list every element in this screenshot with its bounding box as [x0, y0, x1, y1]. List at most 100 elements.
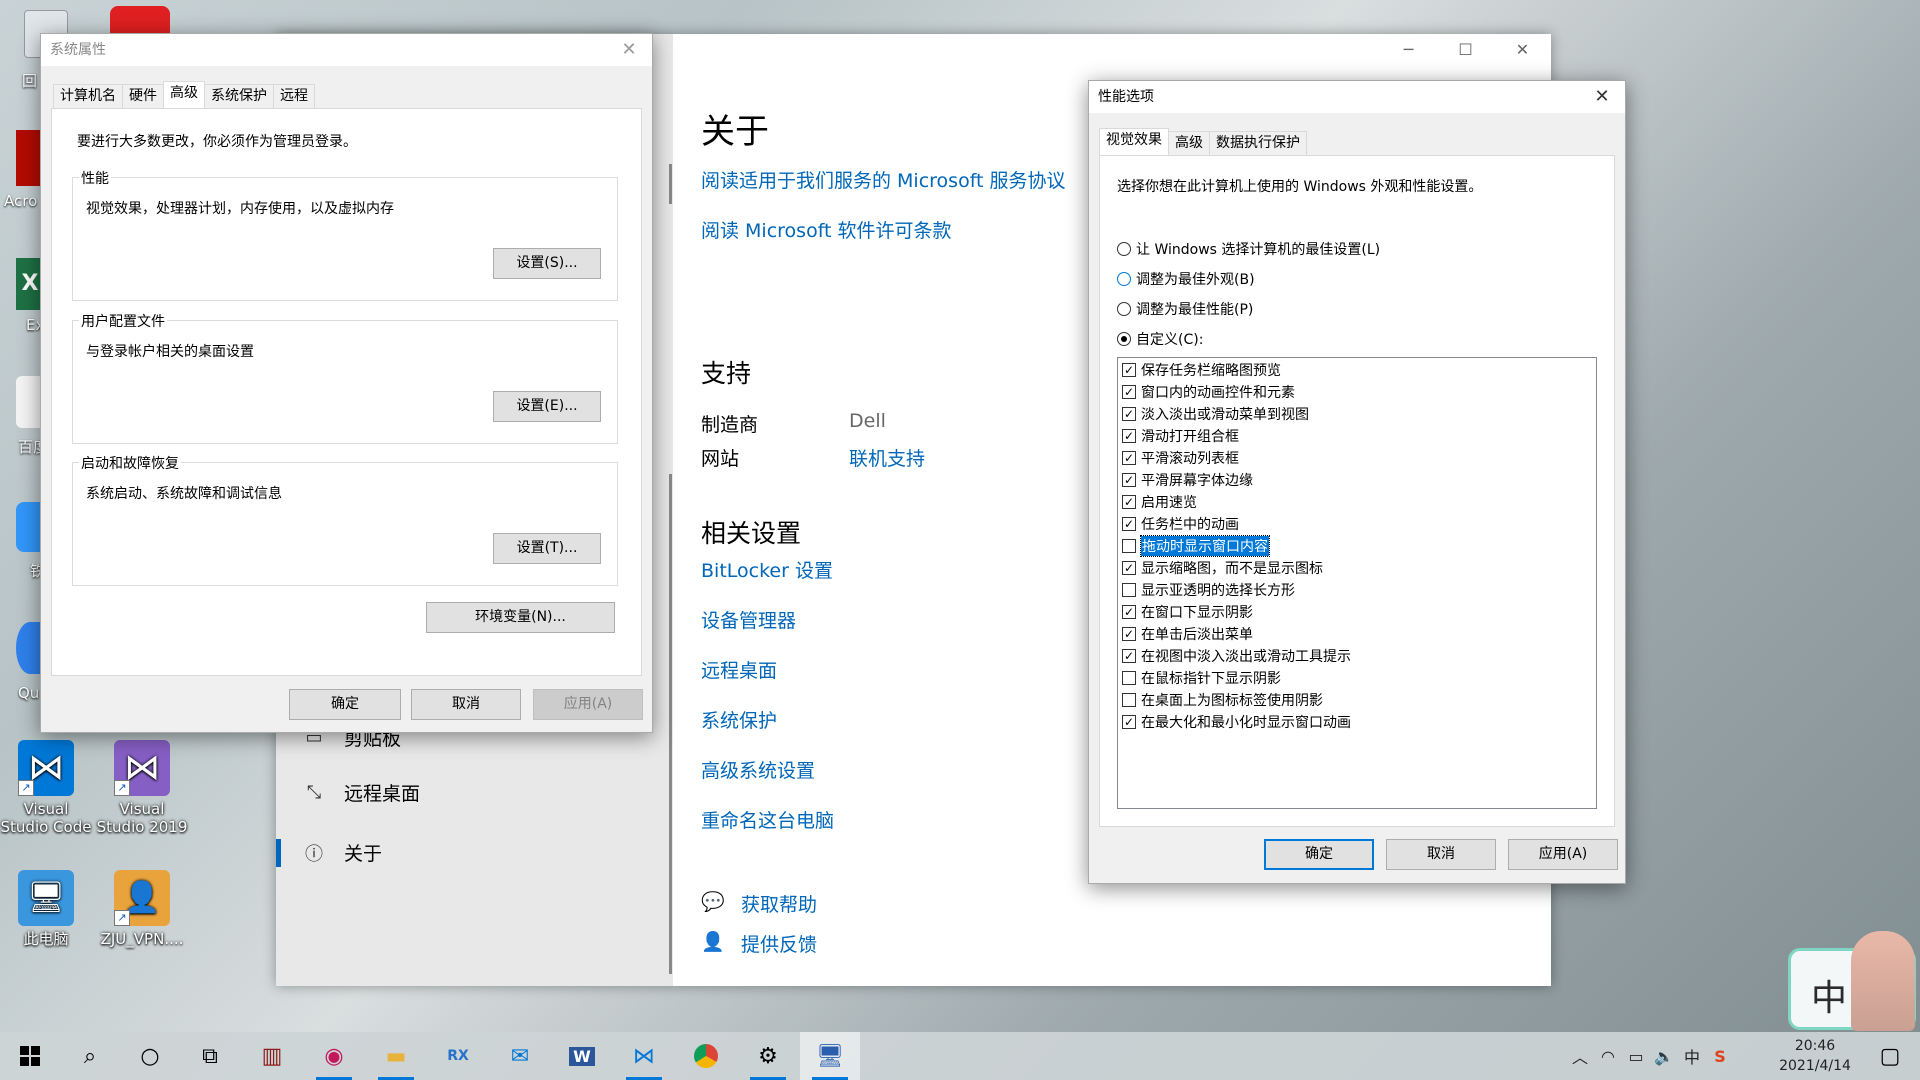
apply-button[interactable]: 应用(A) — [533, 689, 643, 720]
desktop-icon-recycle-bin-partial[interactable]: 回 — [22, 70, 37, 91]
checkbox[interactable]: ✓ — [1122, 715, 1136, 729]
battery-icon[interactable]: ▭ — [1622, 1047, 1650, 1066]
option-checkbox[interactable]: ✓ 在窗口下显示阴影 — [1122, 601, 1253, 623]
clock[interactable]: 20:46 2021/4/14 — [1770, 1036, 1860, 1076]
option-checkbox[interactable]: ✓ 窗口内的动画控件和元素 — [1122, 381, 1295, 403]
cortana-button[interactable]: ○ — [120, 1032, 180, 1080]
chevron-up-icon[interactable]: ︿ — [1566, 1044, 1594, 1068]
startup-recovery-settings-button[interactable]: 设置(T)... — [493, 533, 601, 564]
taskbar-app-winrar[interactable]: ▥ — [242, 1032, 302, 1080]
performance-settings-button[interactable]: 设置(S)... — [493, 248, 601, 279]
tab-advanced[interactable]: 高级 — [1168, 131, 1210, 155]
taskbar-app-vscode[interactable]: ⋈ — [614, 1032, 674, 1080]
radio-button[interactable] — [1117, 272, 1131, 286]
option-checkbox[interactable]: ✓ 在最大化和最小化时显示窗口动画 — [1122, 711, 1351, 733]
system-protection-link[interactable]: 系统保护 — [701, 706, 777, 733]
rename-pc-link[interactable]: 重命名这台电脑 — [701, 806, 834, 833]
nav-item-remote-desktop[interactable]: ⤡ 远程桌面 — [296, 779, 420, 806]
checkbox[interactable]: ✓ — [1122, 517, 1136, 531]
desktop-icon-visual-studio[interactable]: ⋈ ↗ Visual Studio 2019 — [96, 740, 188, 836]
close-icon[interactable]: ✕ — [1494, 34, 1551, 66]
checkbox[interactable] — [1122, 583, 1136, 597]
environment-variables-button[interactable]: 环境变量(N)... — [426, 602, 615, 633]
option-checkbox-selected[interactable]: 拖动时显示窗口内容 — [1122, 535, 1270, 557]
checkbox[interactable]: ✓ — [1122, 649, 1136, 663]
option-checkbox[interactable]: ✓ 淡入淡出或滑动菜单到视图 — [1122, 403, 1309, 425]
option-checkbox[interactable]: ✓ 任务栏中的动画 — [1122, 513, 1239, 535]
tab-hardware[interactable]: 硬件 — [122, 84, 164, 108]
bitlocker-link[interactable]: BitLocker 设置 — [701, 556, 833, 583]
maximize-icon[interactable]: ☐ — [1437, 34, 1494, 66]
checkbox[interactable]: ✓ — [1122, 605, 1136, 619]
ime-indicator[interactable]: 中 — [1678, 1044, 1706, 1068]
desktop-icon-quark-partial[interactable]: Qu — [18, 684, 39, 702]
radio-button[interactable] — [1117, 242, 1131, 256]
netease-music-icon[interactable] — [110, 6, 170, 36]
services-agreement-link[interactable]: 阅读适用于我们服务的 Microsoft 服务协议 — [701, 166, 1066, 193]
volume-icon[interactable]: 🔈 — [1650, 1047, 1678, 1066]
apply-button[interactable]: 应用(A) — [1508, 839, 1618, 870]
tab-visual-effects[interactable]: 视觉效果 — [1099, 128, 1169, 155]
remote-desktop-link[interactable]: 远程桌面 — [701, 656, 777, 683]
ok-button[interactable]: 确定 — [1264, 839, 1374, 870]
option-checkbox[interactable]: ✓ 显示缩略图，而不是显示图标 — [1122, 557, 1323, 579]
option-checkbox[interactable]: ✓ 滑动打开组合框 — [1122, 425, 1239, 447]
taskbar-app-rx[interactable]: RX — [428, 1032, 488, 1080]
checkbox[interactable]: ✓ — [1122, 473, 1136, 487]
advanced-system-settings-link[interactable]: 高级系统设置 — [701, 756, 815, 783]
taskbar-app-word[interactable]: W — [552, 1032, 612, 1080]
cancel-button[interactable]: 取消 — [1386, 839, 1496, 870]
nav-item-about[interactable]: ⓘ 关于 — [275, 839, 382, 867]
start-button[interactable] — [0, 1032, 60, 1080]
checkbox[interactable]: ✓ — [1122, 627, 1136, 641]
nav-scrollbar[interactable] — [669, 164, 672, 204]
online-support-link[interactable]: 联机支持 — [849, 444, 925, 471]
task-view-button[interactable]: ⧉ — [180, 1032, 240, 1080]
option-checkbox[interactable]: ✓ 平滑屏幕字体边缘 — [1122, 469, 1253, 491]
option-checkbox[interactable]: ✓ 启用速览 — [1122, 491, 1197, 513]
minimize-icon[interactable]: ─ — [1380, 34, 1437, 66]
cancel-button[interactable]: 取消 — [411, 689, 521, 720]
radio-button[interactable] — [1117, 332, 1131, 346]
checkbox[interactable]: ✓ — [1122, 363, 1136, 377]
tab-advanced[interactable]: 高级 — [163, 81, 205, 108]
radio-button[interactable] — [1117, 302, 1131, 316]
tab-system-protection[interactable]: 系统保护 — [204, 84, 274, 108]
close-icon[interactable]: ✕ — [606, 34, 652, 66]
desktop-icon-acrobat-partial[interactable]: Acro — [4, 192, 37, 210]
option-checkbox[interactable]: 在鼠标指针下显示阴影 — [1122, 667, 1281, 689]
checkbox[interactable] — [1122, 693, 1136, 707]
ime-floating-widget[interactable]: 中 — [1788, 931, 1916, 1031]
visual-effects-listbox[interactable]: ✓ 保存任务栏缩略图预览 ✓ 窗口内的动画控件和元素 ✓ 淡入淡出或滑动菜单到视图 ✓… — [1117, 357, 1597, 809]
checkbox[interactable]: ✓ — [1122, 451, 1136, 465]
radio-best-appearance[interactable]: 调整为最佳外观(B) — [1117, 269, 1255, 289]
close-icon[interactable]: ✕ — [1579, 81, 1625, 113]
checkbox[interactable] — [1122, 671, 1136, 685]
option-checkbox[interactable]: ✓ 平滑滚动列表框 — [1122, 447, 1239, 469]
radio-let-windows-choose[interactable]: 让 Windows 选择计算机的最佳设置(L) — [1117, 239, 1380, 259]
radio-custom[interactable]: 自定义(C): — [1117, 329, 1203, 349]
ok-button[interactable]: 确定 — [289, 689, 401, 720]
checkbox[interactable]: ✓ — [1122, 495, 1136, 509]
option-checkbox[interactable]: 在桌面上为图标标签使用阴影 — [1122, 689, 1323, 711]
option-checkbox[interactable]: 显示亚透明的选择长方形 — [1122, 579, 1295, 601]
checkbox[interactable]: ✓ — [1122, 407, 1136, 421]
get-help-link[interactable]: 获取帮助 — [741, 890, 817, 917]
sogou-icon[interactable]: S — [1706, 1047, 1734, 1066]
checkbox[interactable] — [1122, 539, 1136, 553]
license-terms-link[interactable]: 阅读 Microsoft 软件许可条款 — [701, 216, 952, 243]
radio-best-performance[interactable]: 调整为最佳性能(P) — [1117, 299, 1253, 319]
taskbar-app-settings[interactable]: ⚙ — [738, 1032, 798, 1080]
search-button[interactable]: ⌕ — [60, 1032, 120, 1080]
taskbar-app-explorer[interactable]: ▬ — [366, 1032, 426, 1080]
option-checkbox[interactable]: ✓ 在视图中淡入淡出或滑动工具提示 — [1122, 645, 1351, 667]
action-center-button[interactable]: ▢ — [1860, 1032, 1920, 1080]
option-checkbox[interactable]: ✓ 保存任务栏缩略图预览 — [1122, 359, 1281, 381]
taskbar-app-system[interactable]: 🖥 — [800, 1032, 860, 1080]
tab-remote[interactable]: 远程 — [273, 84, 315, 108]
checkbox[interactable]: ✓ — [1122, 429, 1136, 443]
feedback-link[interactable]: 提供反馈 — [741, 930, 817, 957]
option-checkbox[interactable]: ✓ 在单击后淡出菜单 — [1122, 623, 1253, 645]
tab-computer-name[interactable]: 计算机名 — [53, 84, 123, 108]
tab-dep[interactable]: 数据执行保护 — [1209, 131, 1307, 155]
